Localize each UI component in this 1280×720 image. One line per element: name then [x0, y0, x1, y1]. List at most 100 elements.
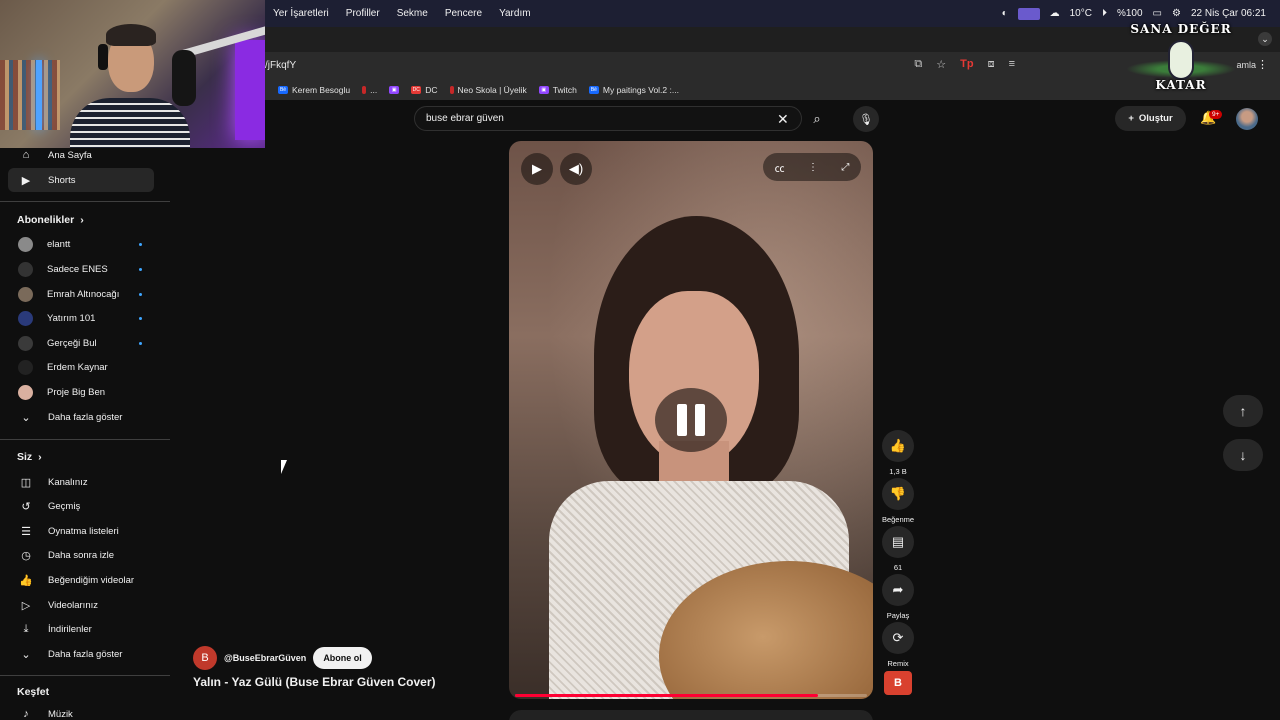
- bookmark-kerem-besoglu[interactable]: Bē Kerem Besoglu: [278, 85, 350, 95]
- sidebar-item-your-channel[interactable]: ◫ Kanalınız: [8, 470, 154, 494]
- sidebar-sub-erdem[interactable]: Erdem Kaynar: [8, 355, 154, 379]
- browser-menu-icon[interactable]: ⋮: [1257, 58, 1268, 71]
- sidebar-show-more-subs[interactable]: ⌄ Daha fazla göster: [8, 405, 154, 429]
- comment-action[interactable]: ▤ 61: [880, 526, 916, 572]
- search-button[interactable]: ⌕: [803, 106, 831, 131]
- bookmark-neo-skola[interactable]: Neo Skola | Üyelik: [449, 85, 527, 95]
- bookmark-star-icon[interactable]: ☆: [936, 58, 946, 71]
- voice-search-button[interactable]: 🎙: [853, 106, 879, 132]
- sidebar-show-more-you[interactable]: ⌄ Daha fazla göster: [8, 642, 154, 666]
- url-text[interactable]: /jFkqfY: [265, 60, 296, 71]
- channel-avatar[interactable]: B: [193, 646, 217, 670]
- comment-icon: ▤: [882, 526, 914, 558]
- blue-light: [36, 60, 42, 130]
- cast-icon[interactable]: ⧉: [914, 58, 922, 71]
- bookshelf: [0, 60, 60, 130]
- purple-light: [235, 40, 265, 140]
- captions-icon[interactable]: ㏄: [775, 160, 785, 175]
- control-center-icon[interactable]: ⚙: [1172, 8, 1181, 19]
- fullscreen-icon[interactable]: ⤢: [841, 162, 849, 173]
- channel-avatar: [18, 286, 33, 302]
- subscriptions-heading[interactable]: Abonelikler ›: [17, 214, 84, 226]
- shorts-icon: ▶: [21, 174, 31, 187]
- plus-icon: +: [1128, 113, 1134, 124]
- sidebar-item-playlists[interactable]: ☰ Oynatma listeleri: [8, 519, 154, 543]
- bookmark-dc[interactable]: DC DC: [411, 85, 438, 95]
- menu-bookmarks[interactable]: Yer İşaretleri: [273, 8, 329, 19]
- screen-record-icon[interactable]: [1017, 7, 1040, 20]
- sidebar-divider: [0, 675, 170, 676]
- channel-avatar: [18, 236, 33, 252]
- sidebar-item-downloads[interactable]: ⤓ İndirilenler: [8, 617, 154, 641]
- bookmark-twitch-1[interactable]: ▣: [389, 85, 400, 95]
- chevron-right-icon: ›: [80, 214, 84, 226]
- sidebar-sub-emrah[interactable]: Emrah Altınocağı: [8, 282, 154, 306]
- create-button[interactable]: + Oluştur: [1115, 106, 1186, 131]
- sidebar-item-history[interactable]: ↺ Geçmiş: [8, 494, 154, 518]
- share-action[interactable]: ➦ Paylaş: [880, 574, 916, 620]
- sidebar-item-your-videos[interactable]: ▷ Videolarınız: [8, 593, 154, 617]
- mute-button[interactable]: ◀): [560, 153, 592, 185]
- dc-icon: DC: [411, 85, 422, 94]
- shorts-video-player[interactable]: ▶ ◀) ㏄ ⋮ ⤢: [509, 141, 873, 699]
- sidebar-sub-yatirim[interactable]: Yatırım 101: [8, 306, 154, 330]
- bookmark-twitch[interactable]: ▣ Twitch: [538, 85, 577, 95]
- menu-tab[interactable]: Sekme: [397, 8, 428, 19]
- pause-overlay-button[interactable]: [655, 388, 727, 452]
- menu-window[interactable]: Pencere: [445, 8, 482, 19]
- sidebar-sub-proje-big-ben[interactable]: Proje Big Ben: [8, 380, 154, 404]
- chevron-down-icon: ⌄: [21, 648, 31, 661]
- chevron-right-icon: ›: [38, 451, 42, 463]
- extensions-icon[interactable]: ⧈: [988, 58, 995, 71]
- sidebar-item-shorts[interactable]: ▶ Shorts: [8, 168, 154, 192]
- datetime[interactable]: 22 Nis Çar 06:21: [1191, 8, 1266, 19]
- previous-short-button[interactable]: ↑: [1223, 395, 1263, 427]
- remix-action[interactable]: ⟳ Remix: [880, 622, 916, 668]
- new-content-dot: [139, 267, 142, 271]
- sidebar-item-watch-later[interactable]: ◷ Daha sonra izle: [8, 543, 154, 567]
- channel-handle[interactable]: @BuseEbrarGüven: [224, 653, 306, 663]
- sidebar-item-music[interactable]: ♪ Müzik: [8, 702, 154, 720]
- next-short-button[interactable]: ↓: [1223, 439, 1263, 471]
- you-heading[interactable]: Siz ›: [17, 451, 42, 463]
- arrow-down-icon: ↓: [1239, 447, 1247, 463]
- thumb-up-icon: 👍: [882, 430, 914, 462]
- share-icon: ➦: [882, 574, 914, 606]
- play-status-icon[interactable]: ⏵: [1102, 8, 1107, 19]
- media-icon[interactable]: ≡: [1009, 58, 1015, 71]
- badge-top-text: SANA DEĞER: [1130, 22, 1232, 36]
- history-icon: ↺: [21, 500, 31, 513]
- sound-channel-button[interactable]: B: [884, 671, 912, 695]
- search-box[interactable]: buse ebrar güven ✕: [414, 106, 802, 131]
- menu-help[interactable]: Yardım: [499, 8, 531, 19]
- microphone: [172, 50, 196, 106]
- search-input[interactable]: buse ebrar güven: [426, 113, 504, 124]
- bookmark-my-paintings[interactable]: Bē My paitings Vol.2 :...: [588, 85, 679, 95]
- play-button[interactable]: ▶: [521, 153, 553, 185]
- extension-tp-icon[interactable]: Tp: [960, 58, 973, 71]
- pause-bar: [695, 404, 705, 436]
- control-icon[interactable]: ◐: [1002, 8, 1008, 19]
- remix-icon: ⟳: [882, 622, 914, 654]
- streamer-hair: [106, 24, 156, 46]
- new-content-dot: [139, 292, 142, 296]
- bookmark-red[interactable]: ...: [362, 85, 377, 95]
- more-options-icon[interactable]: ⋮: [808, 162, 818, 173]
- dislike-action[interactable]: 👎 Beğenme: [880, 478, 916, 524]
- sidebar-item-liked-videos[interactable]: 👍 Beğendiğim videolar: [8, 568, 154, 592]
- like-action[interactable]: 👍 1,3 B: [880, 430, 916, 476]
- menu-profiles[interactable]: Profiller: [346, 8, 380, 19]
- video-title[interactable]: Yalın - Yaz Gülü (Buse Ebrar Güven Cover…: [193, 675, 436, 689]
- badge-bottom-text: KATAR: [1155, 78, 1207, 92]
- sidebar-sub-gercegi-bul[interactable]: Gerçeği Bul: [8, 331, 154, 355]
- sidebar-sub-elantt[interactable]: elantt: [8, 232, 154, 256]
- red-icon: [362, 85, 367, 94]
- clear-search-icon[interactable]: ✕: [777, 111, 789, 128]
- account-avatar[interactable]: [1236, 108, 1258, 130]
- tab-search-icon[interactable]: ⌄: [1258, 32, 1272, 46]
- sidebar-sub-sadece-enes[interactable]: Sadece ENES: [8, 257, 154, 281]
- sidebar-item-home[interactable]: ⌂ Ana Sayfa: [8, 143, 154, 167]
- weather-icon: ☁: [1049, 8, 1060, 19]
- arrow-up-icon: ↑: [1239, 403, 1247, 419]
- subscribe-button[interactable]: Abone ol: [313, 647, 372, 669]
